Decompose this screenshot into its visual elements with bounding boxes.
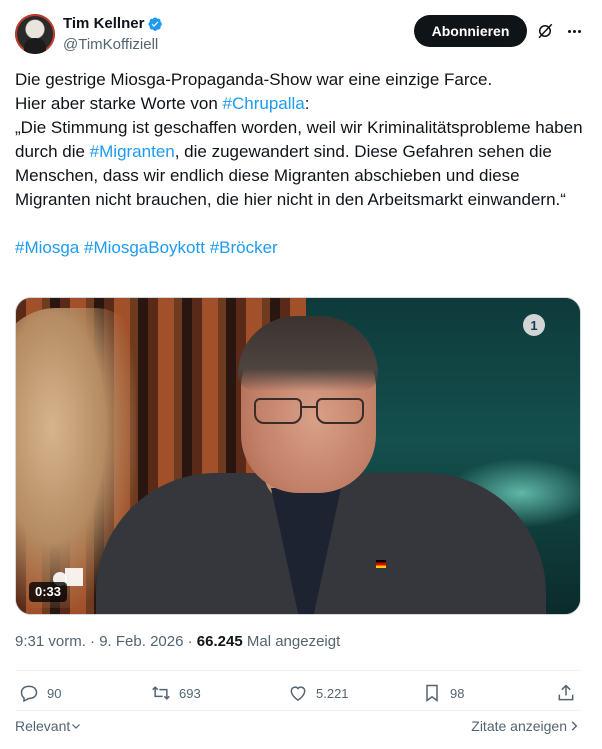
chevron-down-icon <box>72 724 81 729</box>
tweet-line-2: Hier aber starke Worte von #Chrupalla: <box>15 94 310 113</box>
reply-button[interactable]: 90 <box>19 683 61 703</box>
share-button[interactable] <box>556 683 576 703</box>
like-button[interactable]: 5.221 <box>288 683 349 703</box>
hashtag-link[interactable]: #MiosgaBoykott <box>84 238 205 257</box>
grok-icon[interactable] <box>536 22 554 40</box>
bookmark-count: 98 <box>450 685 465 701</box>
tweet-date[interactable]: 9. Feb. 2026 <box>99 633 183 650</box>
heart-icon <box>290 686 306 701</box>
action-bar: 90 693 5.221 98 <box>15 683 581 707</box>
tweet-line-1: Die gestrige Miosga-Propaganda-Show war … <box>15 70 493 89</box>
tweet-header: Tim Kellner @TimKoffiziell Abonnieren <box>15 14 587 56</box>
tweet-text: Die gestrige Miosga-Propaganda-Show war … <box>15 68 587 260</box>
verified-badge-icon <box>148 16 163 31</box>
repost-icon <box>152 686 170 700</box>
divider <box>15 670 581 671</box>
tweet-time[interactable]: 9:31 vorm. <box>15 633 86 650</box>
sort-label: Relevant <box>15 718 71 734</box>
subscribe-button[interactable]: Abonnieren <box>414 15 527 47</box>
like-count: 5.221 <box>316 685 349 701</box>
view-count: 66.245 <box>196 633 243 650</box>
hashtag-link[interactable]: #Migranten <box>90 142 175 161</box>
view-quotes-label: Zitate anzeigen <box>471 718 567 734</box>
replies-footer: Relevant Zitate anzeigen <box>15 718 581 738</box>
hashtag-link[interactable]: #Miosga <box>15 238 79 257</box>
speaker-glasses <box>254 398 369 428</box>
hashtags-line: #Miosga #MiosgaBoykott #Bröcker <box>15 236 587 260</box>
hashtag-link[interactable]: #Bröcker <box>210 238 278 257</box>
bookmark-icon <box>426 684 438 702</box>
divider <box>15 710 581 711</box>
chevron-right-icon <box>571 721 578 731</box>
author-display-name[interactable]: Tim Kellner <box>63 15 144 32</box>
views-label: Mal angezeigt <box>246 633 341 650</box>
reply-count: 90 <box>47 685 62 701</box>
tweet-meta: 9:31 vorm. · 9. Feb. 2026 · 66.245 Mal a… <box>15 633 341 650</box>
share-icon <box>558 684 574 701</box>
author-name-row: Tim Kellner <box>63 15 163 32</box>
bookmark-button[interactable]: 98 <box>422 683 464 703</box>
channel-logo-icon: 1 <box>523 314 545 336</box>
video-duration-badge: 0:33 <box>29 582 68 602</box>
video-player[interactable]: 1 0:33 <box>15 297 581 615</box>
more-icon[interactable] <box>564 21 584 41</box>
author-handle[interactable]: @TimKoffiziell <box>63 36 158 53</box>
sort-relevant-dropdown[interactable]: Relevant <box>15 718 82 734</box>
avatar[interactable] <box>15 14 55 54</box>
tweet-quote: „Die Stimmung ist geschaffen worden, wei… <box>15 118 583 209</box>
flag-pin <box>376 560 386 568</box>
reply-icon <box>20 685 38 703</box>
view-quotes-link[interactable]: Zitate anzeigen <box>471 718 581 734</box>
hashtag-link[interactable]: #Chrupalla <box>223 94 305 113</box>
repost-count: 693 <box>179 685 201 701</box>
repost-button[interactable]: 693 <box>151 683 201 703</box>
